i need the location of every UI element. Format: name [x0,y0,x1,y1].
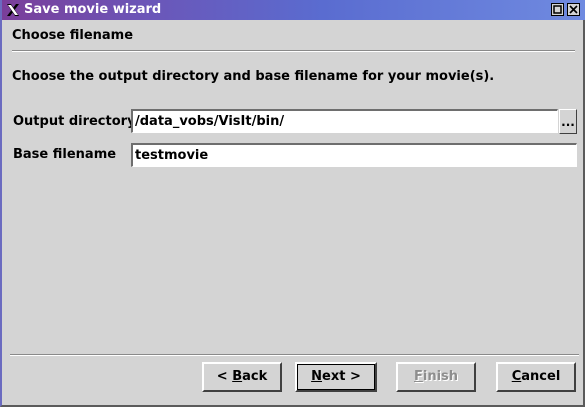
wizard-window: Save movie wizard Choose filename Choose… [0,0,585,407]
instructions-text: Choose the output directory and base fil… [12,69,495,84]
base-filename-input[interactable]: testmovie [131,143,577,167]
base-filename-label: Base filename [13,147,117,162]
back-prefix: < [216,369,233,384]
cancel-mnemonic: C [511,369,522,384]
output-directory-input[interactable]: /data_vobs/VisIt/bin/ [131,109,558,133]
cancel-rest: ancel [521,369,561,384]
footer-divider [10,354,579,356]
next-rest: ext > [322,369,361,384]
browse-button[interactable]: ... [559,109,577,134]
window-title: Save movie wizard [24,2,162,17]
maximize-icon [553,5,562,14]
back-mnemonic: B [232,369,243,384]
maximize-button[interactable] [551,3,564,16]
title-bar[interactable]: Save movie wizard [2,0,585,20]
finish-rest: inish [422,369,459,384]
header-divider [12,50,575,52]
finish-button[interactable]: Finish [396,362,476,392]
page-title: Choose filename [12,28,134,43]
next-button[interactable]: Next > [295,362,377,392]
close-icon [569,5,578,14]
output-directory-label: Output directory [13,114,136,129]
close-button[interactable] [567,3,580,16]
next-mnemonic: N [311,369,323,384]
finish-mnemonic: F [413,369,423,384]
x-logo-icon [5,2,21,18]
back-button[interactable]: < Back [202,362,282,392]
back-rest: ack [242,369,268,384]
cancel-button[interactable]: Cancel [496,362,576,392]
